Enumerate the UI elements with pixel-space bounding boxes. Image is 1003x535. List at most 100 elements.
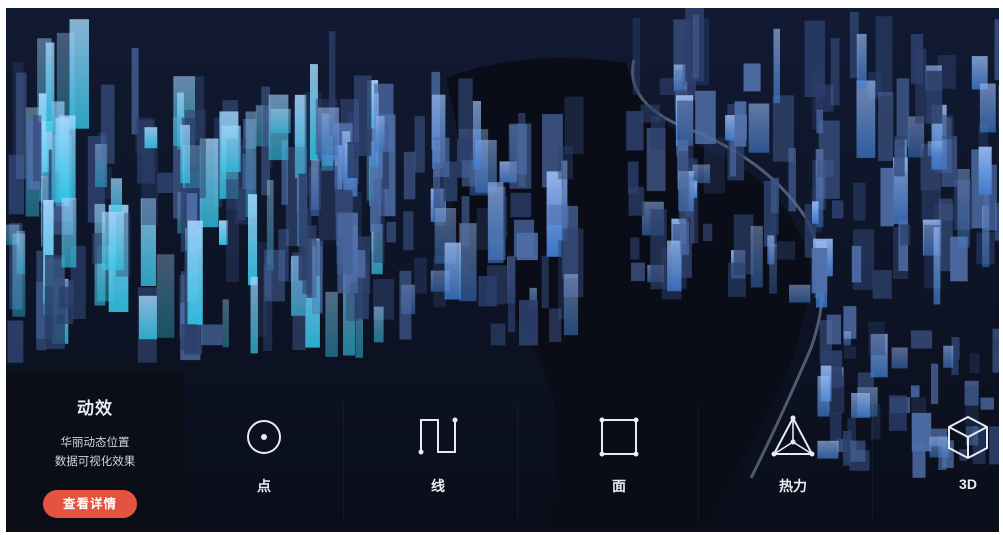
building xyxy=(59,286,71,309)
building xyxy=(773,28,780,104)
heatmap-icon xyxy=(771,415,815,457)
building xyxy=(558,240,565,319)
building xyxy=(943,345,954,368)
building xyxy=(692,15,699,79)
building xyxy=(969,353,980,374)
building xyxy=(180,124,190,184)
feature-3d[interactable]: 3D xyxy=(888,372,999,532)
building xyxy=(702,223,713,241)
building xyxy=(187,220,203,325)
building xyxy=(993,339,999,351)
building xyxy=(830,38,840,106)
building xyxy=(201,324,223,346)
building xyxy=(433,137,450,177)
building xyxy=(100,84,115,164)
building xyxy=(628,186,645,216)
building xyxy=(910,330,933,349)
feature-label: 3D xyxy=(959,476,977,492)
feature-heatmap[interactable]: 热力 xyxy=(713,372,873,532)
building xyxy=(144,127,158,149)
map-viewport[interactable]: 动效 华丽动态位置 数据可视化效果 查看详情 点 线 面 热力 3D xyxy=(6,8,999,532)
building xyxy=(311,159,320,216)
building xyxy=(992,328,999,373)
building xyxy=(298,173,308,281)
building xyxy=(461,196,470,247)
building xyxy=(458,78,473,156)
building xyxy=(59,115,76,200)
building xyxy=(157,172,173,193)
building xyxy=(222,299,229,348)
building xyxy=(952,337,960,360)
feature-label: 线 xyxy=(431,478,445,494)
building xyxy=(490,323,506,346)
building xyxy=(248,194,258,286)
polygon-icon xyxy=(599,417,639,457)
building xyxy=(509,123,532,189)
building xyxy=(399,270,412,340)
info-panel: 动效 华丽动态位置 数据可视化效果 查看详情 xyxy=(6,372,184,532)
panel-description: 华丽动态位置 数据可视化效果 xyxy=(6,434,184,472)
building xyxy=(180,324,198,351)
feature-label: 点 xyxy=(257,478,271,494)
building xyxy=(733,214,754,275)
building xyxy=(894,136,905,177)
building xyxy=(818,120,840,199)
building xyxy=(519,299,538,346)
building xyxy=(832,200,844,219)
building xyxy=(679,221,689,255)
feature-bar: 点 线 面 热力 3D xyxy=(184,372,999,532)
building xyxy=(250,276,258,354)
building xyxy=(444,242,461,300)
panel-description-line-1: 华丽动态位置 xyxy=(60,437,130,449)
building xyxy=(750,225,763,288)
building xyxy=(915,48,927,124)
building xyxy=(101,211,124,271)
building xyxy=(900,224,911,246)
building xyxy=(507,255,516,332)
building xyxy=(510,192,532,218)
building xyxy=(403,211,414,251)
building xyxy=(941,136,958,187)
panel-description-line-2: 数据可视化效果 xyxy=(54,456,136,468)
point-icon xyxy=(247,420,281,454)
building xyxy=(264,249,285,302)
building xyxy=(7,320,24,363)
feature-line[interactable]: 线 xyxy=(358,372,518,532)
building xyxy=(386,221,397,243)
building xyxy=(373,306,384,343)
building xyxy=(998,85,999,129)
building xyxy=(927,141,943,157)
cube-3d-icon xyxy=(948,415,988,460)
building xyxy=(979,83,996,133)
building xyxy=(957,169,970,248)
building xyxy=(767,235,775,265)
building xyxy=(771,178,779,213)
building xyxy=(33,115,42,182)
building xyxy=(563,274,579,336)
building xyxy=(478,276,497,307)
building xyxy=(695,90,716,144)
building xyxy=(856,33,867,89)
building xyxy=(826,314,841,345)
building xyxy=(650,116,666,151)
line-icon xyxy=(418,417,458,455)
building xyxy=(788,148,796,212)
view-details-button[interactable]: 查看详情 xyxy=(43,490,137,518)
feature-point[interactable]: 点 xyxy=(184,372,344,532)
building xyxy=(843,331,851,346)
building xyxy=(139,295,157,340)
building xyxy=(61,198,77,268)
feature-polygon[interactable]: 面 xyxy=(539,372,699,532)
building xyxy=(875,16,893,96)
building xyxy=(631,262,645,282)
building xyxy=(312,240,323,315)
building xyxy=(45,42,55,132)
building xyxy=(472,101,481,170)
building xyxy=(370,167,381,232)
building xyxy=(994,19,999,81)
building xyxy=(942,114,954,140)
building xyxy=(630,237,640,260)
building xyxy=(337,212,358,294)
building xyxy=(221,125,241,172)
building xyxy=(734,101,747,147)
